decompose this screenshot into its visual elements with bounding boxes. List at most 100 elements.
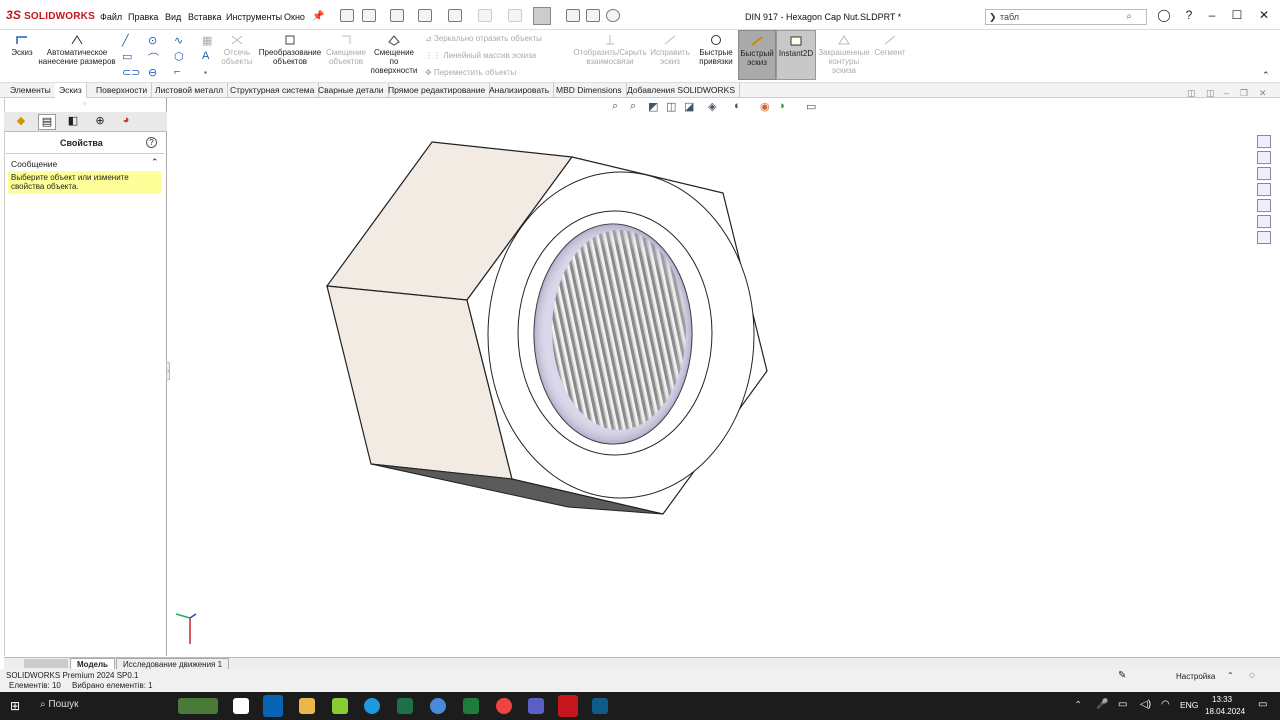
hexagon-cap-nut-model[interactable] [320,135,780,520]
hide-show-items-icon[interactable]: ◉ [760,100,770,113]
weather-widget-icon[interactable] [178,698,218,714]
microphone-icon[interactable]: 🎤 [1096,699,1108,710]
tab-features[interactable]: Элементы [6,83,56,98]
fillet-icon[interactable]: ⌐ [174,66,180,78]
file-explorer-icon[interactable] [299,698,315,714]
menu-file[interactable]: Файл [100,12,122,22]
help-icon[interactable]: ? [146,137,157,148]
taskbar-search[interactable]: ⌕ Пошук [34,697,164,715]
view-palette-icon[interactable] [1257,183,1271,196]
options-gear-icon[interactable] [606,9,620,22]
spreadsheet-icon[interactable] [463,698,479,714]
grid-icon[interactable]: ▦ [202,34,212,47]
property-manager-tab-icon[interactable]: ▤ [38,114,56,130]
message-header[interactable]: Сообщение [11,159,57,169]
tab-evaluate[interactable]: Анализировать [485,83,555,98]
tab-mbd-dimensions[interactable]: MBD Dimensions [552,83,627,98]
print-icon[interactable] [448,9,462,22]
zoom-to-area-icon[interactable]: ⌕ [630,100,636,113]
search-commands-box[interactable]: ❯ ⌕ [985,9,1147,25]
task-view-icon[interactable] [233,698,249,714]
linear-pattern-button[interactable]: ⋮⋮ Линейный массив эскиза [425,51,536,60]
convert-entities-button[interactable]: Преобразование объектов [257,30,323,66]
tab-sheet-metal[interactable]: Листовой металл [151,83,229,98]
volume-icon[interactable]: ◁) [1140,699,1151,710]
chrome-icon[interactable] [496,698,512,714]
feature-manager-tab-icon[interactable]: ◆ [12,114,30,130]
view-split-icon[interactable]: ◫ [1206,88,1215,99]
polygon-icon[interactable]: ⬡ [174,50,184,63]
rebuild-icon[interactable]: ✎ [1118,670,1126,681]
user-icon[interactable]: ◯ [1155,8,1173,22]
chevron-up-icon[interactable]: ⌃ [1227,671,1234,680]
file-properties-icon[interactable] [586,9,600,22]
quick-snaps-button[interactable]: Быстрые привязки [698,30,734,66]
menu-insert[interactable]: Вставка [188,12,221,22]
units-icon[interactable]: ◌ [1249,670,1255,681]
view-orientation-icon[interactable]: ◈ [708,100,716,113]
section-view-icon[interactable]: ◫ [666,100,676,113]
excel-icon[interactable] [397,698,413,714]
tab-surfaces[interactable]: Поверхности [92,83,153,98]
menu-tools[interactable]: Инструменты [226,12,282,22]
edit-appearance-icon[interactable]: ◑ [778,100,785,112]
minimize-icon[interactable]: – [1203,8,1221,22]
app-icon[interactable] [332,698,348,714]
instant2d-button[interactable]: Instant2D [776,30,816,80]
file-explorer-icon[interactable] [1257,167,1271,180]
pin-icon[interactable]: 📌 [312,11,324,22]
redo-icon[interactable] [508,9,522,22]
custom-properties-icon[interactable] [1257,215,1271,228]
ellipse-icon[interactable]: ⊖ [148,66,157,79]
home-icon[interactable] [340,9,354,22]
menu-view[interactable]: Вид [165,12,181,22]
clock-time[interactable]: 13:33 [1212,695,1232,704]
tab-sketch[interactable]: Эскиз [55,83,87,98]
collapse-ribbon-icon[interactable]: ⌃ [1262,70,1270,81]
chevron-up-icon[interactable]: ⌃ [151,157,159,168]
trim-entities-button[interactable]: Отсечь объекты [220,30,254,66]
configuration-manager-tab-icon[interactable]: ◧ [64,114,82,130]
auto-dimension-button[interactable]: Автоматическое нанесение размеров [38,30,116,66]
repair-sketch-button[interactable]: Исправить эскиз [650,30,690,66]
rectangle-icon[interactable]: ▭ [122,50,132,63]
design-library-icon[interactable] [1257,151,1271,164]
tray-app-icon[interactable]: ▭ [1118,699,1127,710]
skype-icon[interactable] [364,698,380,714]
slot-icon[interactable]: ⊂⊃ [122,66,140,79]
move-entities-button[interactable]: ✥ Переместить объекты [425,68,516,77]
solidworks-taskbar-icon[interactable] [558,695,578,717]
display-manager-tab-icon[interactable]: ◕ [117,114,135,130]
line-icon[interactable]: ╱ [122,34,129,47]
open-icon[interactable] [390,9,404,22]
solidworks-forum-icon[interactable] [1257,231,1271,244]
rapid-sketch-button[interactable]: Быстрый эскиз [738,30,776,80]
settings-dropdown[interactable]: Настройка [1176,672,1215,681]
arc-icon[interactable]: ⌒ [148,50,159,66]
dynamic-annotation-icon[interactable]: ◪ [684,100,694,113]
doc-restore-icon[interactable]: ❐ [1240,88,1248,99]
point-icon[interactable]: ▪ [204,68,207,77]
app-icon-2[interactable] [592,698,608,714]
sketch-button[interactable]: Эскиз [8,30,36,57]
view-settings-icon[interactable]: ▭ [806,100,816,113]
display-style-icon[interactable]: ◐ [734,100,741,112]
menu-edit[interactable]: Правка [128,12,158,22]
close-icon[interactable]: ✕ [1255,8,1273,22]
new-document-icon[interactable] [362,9,376,22]
search-input[interactable] [1000,11,1120,23]
tab-solidworks-addins[interactable]: Добавления SOLIDWORKS [623,83,741,98]
teams-icon[interactable] [528,698,544,714]
help-icon[interactable]: ? [1180,8,1198,22]
solidworks-resources-icon[interactable] [1257,135,1271,148]
offset-on-surface-button[interactable]: Смещение по поверхности [370,30,418,75]
undo-icon[interactable] [478,9,492,22]
zoom-to-fit-icon[interactable]: ⌕ [612,100,618,113]
circle-icon[interactable]: ⊙ [148,34,157,47]
outlook-icon[interactable] [263,695,283,717]
dimxpert-tab-icon[interactable]: ⊕ [91,114,109,130]
solidworks-logo[interactable]: 3S SOLIDWORKS [6,8,95,22]
text-icon[interactable]: A [202,50,209,62]
segment-button[interactable]: Сегмент [872,30,908,57]
browser-icon[interactable] [430,698,446,714]
